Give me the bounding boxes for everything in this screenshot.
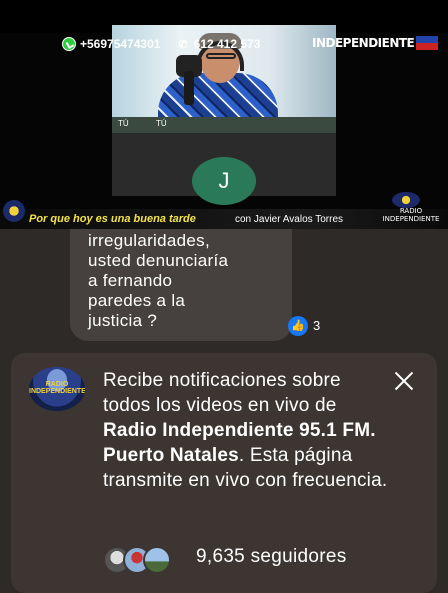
follower-avatars xyxy=(103,546,193,574)
desk xyxy=(112,117,336,133)
followers-count: 9,635 seguidores xyxy=(196,546,347,567)
page-logo-text: RADIO INDEPENDIENTE xyxy=(29,381,85,395)
microphone-stand xyxy=(184,71,194,105)
brand-flag-icon xyxy=(416,36,438,50)
like-count: 3 xyxy=(313,318,321,333)
comment-text: irregularidades, usted denunciaría a fer… xyxy=(88,231,229,330)
lower-third-title: Por que hoy es una buena tarde xyxy=(29,213,196,225)
lower-third-brand: RADIO INDEPENDIENTE xyxy=(382,207,440,223)
whatsapp-number: +56975474301 xyxy=(80,37,161,51)
page-logo[interactable]: RADIO INDEPENDIENTE xyxy=(29,367,85,411)
lower-third-subtitle: con Javier Avalos Torres xyxy=(235,214,344,225)
feed-label-left: TÚ xyxy=(118,119,129,128)
brand-overlay: INDEPENDIENTE xyxy=(312,36,415,50)
radio-brand-logo-icon xyxy=(392,192,420,208)
thumbs-up-icon[interactable]: 👍 xyxy=(288,316,308,336)
whatsapp-icon xyxy=(62,37,76,51)
feed-label-right: TÚ xyxy=(156,119,167,128)
phone-number: 612 412 573 xyxy=(193,37,261,51)
participant-avatar: J xyxy=(192,157,256,205)
follower-avatar xyxy=(143,546,171,574)
radio-logo-icon xyxy=(3,200,25,222)
close-icon[interactable] xyxy=(390,367,418,395)
contact-overlay: +56975474301 ✆ 612 412 573 xyxy=(62,36,260,52)
notification-text: Recibe notificaciones sobre todos los vi… xyxy=(103,368,393,493)
phone-icon: ✆ xyxy=(178,38,188,51)
notification-text-prefix: Recibe notificaciones sobre todos los vi… xyxy=(103,370,341,416)
